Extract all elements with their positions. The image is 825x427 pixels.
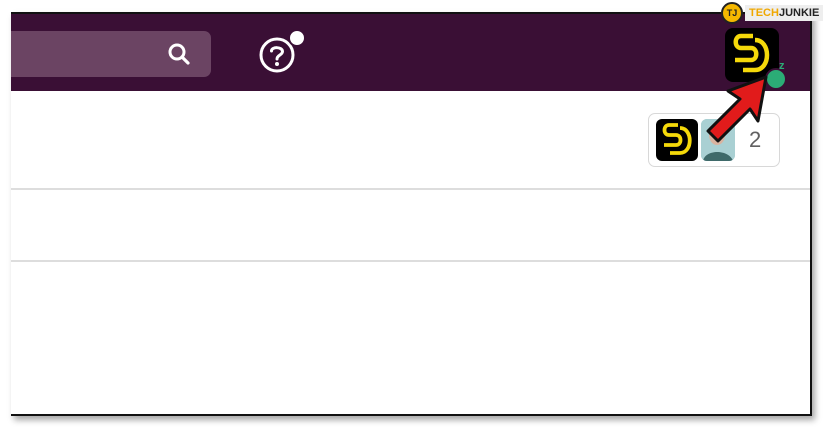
search-icon[interactable] — [167, 42, 191, 66]
search-bar[interactable] — [11, 31, 211, 77]
watermark-logo: TJ — [721, 2, 743, 24]
message-row — [11, 190, 810, 262]
watermark-text: TECHJUNKIE — [745, 5, 824, 21]
watermark: TJ TECHJUNKIE — [721, 2, 824, 24]
notification-dot — [288, 29, 306, 47]
watermark-junkie: JUNKIE — [778, 7, 820, 19]
red-arrow-icon — [706, 75, 768, 143]
watermark-tech: TECH — [749, 7, 779, 19]
sleep-z-mark: z — [779, 60, 785, 72]
